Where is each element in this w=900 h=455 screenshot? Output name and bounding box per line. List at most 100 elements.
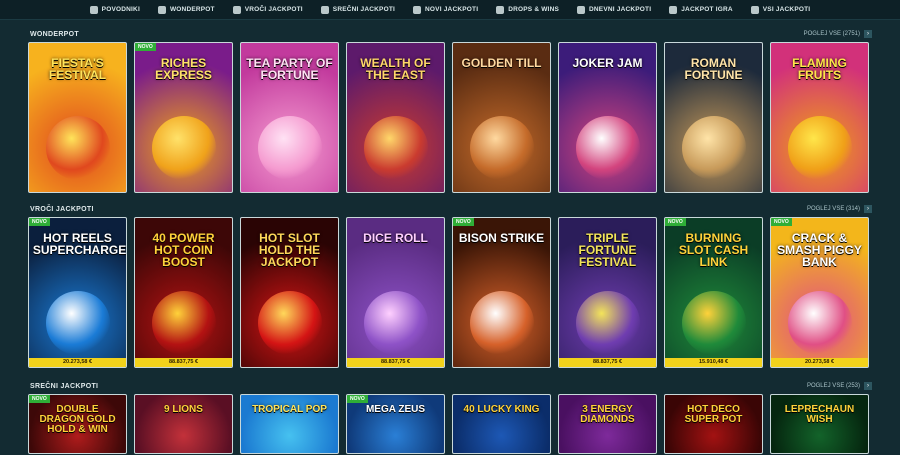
game-tile[interactable]: Crack & Smash Piggy Bank NOVO 20.273,58 € (770, 217, 869, 368)
nav-label: DROPS & WINS (508, 6, 559, 13)
game-tile[interactable]: Mega Zeus NOVO (346, 394, 445, 454)
nav-item-wonderpot[interactable]: WONDERPOT (157, 5, 215, 14)
game-tile[interactable]: Wealth of the East (346, 42, 445, 193)
game-tile[interactable]: Fiesta's Festival (28, 42, 127, 193)
game-title: Hot Slot Hold the Jackpot (258, 231, 321, 269)
jackpot-amount: 20.273,58 € (771, 358, 868, 367)
game-character-image (681, 116, 746, 180)
jackpot-amount: 15.910,48 € (665, 358, 762, 367)
game-title: 40 Power Hot Coin Boost (152, 231, 215, 269)
chevron-right-icon[interactable]: › (864, 382, 872, 390)
see-all-group: POGLEJ VSE (2751) › (804, 30, 872, 38)
see-all-link[interactable]: POGLEJ VSE (253) (807, 383, 860, 389)
game-tile[interactable]: Golden Till (452, 42, 551, 193)
game-artwork: 3 Energy Diamonds (559, 395, 656, 453)
chevron-right-icon[interactable]: › (864, 30, 872, 38)
game-tile[interactable]: Hot Deco Super Pot (664, 394, 763, 454)
nav-item-drops-wins[interactable]: DROPS & WINS (496, 5, 559, 14)
section-header: WONDERPOT POGLEJ VSE (2751) › (0, 26, 900, 42)
game-tile[interactable]: 9 Lions (134, 394, 233, 454)
game-artwork: Tea Party of Fortune (241, 43, 338, 192)
nav-item-dnevni-jackpoti[interactable]: DNEVNI JACKPOTI (577, 5, 652, 14)
game-artwork: Hot Reels Supercharged (29, 218, 126, 367)
section-title: VROČI JACKPOTI (30, 205, 94, 213)
game-title: 40 Lucky King (463, 404, 540, 415)
game-artwork: Triple Fortune Festival (559, 218, 656, 367)
game-tile[interactable]: Tea Party of Fortune (240, 42, 339, 193)
game-tile[interactable]: Bison Strike NOVO (452, 217, 551, 368)
calendar-icon (577, 5, 585, 14)
game-artwork: 40 Lucky King (453, 395, 550, 453)
drops-icon (496, 5, 505, 14)
game-character-image (787, 116, 852, 180)
game-tile[interactable]: 40 Lucky King (452, 394, 551, 454)
nav-item-novi-jackpoti[interactable]: NOVI JACKPOTI (413, 5, 478, 14)
see-all-link[interactable]: POGLEJ VSE (2751) (804, 31, 860, 37)
game-character-image (575, 116, 640, 180)
game-title: Hot Deco Super Pot (684, 404, 743, 425)
game-row: Fiesta's Festival Riches Express NOVO Tea P… (0, 42, 900, 193)
game-tile[interactable]: Leprechaun Wish (770, 394, 869, 454)
game-artwork: Joker Jam (559, 43, 656, 192)
game-title: Burning Slot Cash Link (678, 231, 749, 269)
game-character-image (469, 291, 534, 355)
game-tile[interactable]: Riches Express NOVO (134, 42, 233, 193)
game-artwork: Golden Till (453, 43, 550, 192)
game-title: Crack & Smash Piggy Bank (777, 231, 862, 269)
new-badge: NOVO (453, 218, 474, 226)
nav-label: JACKPOT IGRA (681, 6, 733, 13)
game-tile[interactable]: Hot Slot Hold the Jackpot (240, 217, 339, 368)
bell-icon (413, 5, 422, 14)
game-character-image (257, 116, 322, 180)
section-title: SREČNI JACKPOTI (30, 382, 99, 390)
book-icon (89, 5, 98, 14)
globe-icon (750, 5, 759, 14)
game-tile[interactable]: Burning Slot Cash Link NOVO 15.910,48 € (664, 217, 763, 368)
nav-item-povodniki[interactable]: POVODNIKI (89, 5, 140, 14)
nav-label: WONDERPOT (169, 6, 215, 13)
game-title: Roman Fortune (684, 56, 743, 82)
chevron-right-icon[interactable]: › (864, 205, 872, 213)
game-artwork: Hot Slot Hold the Jackpot (241, 218, 338, 367)
game-character-image (45, 291, 110, 355)
game-tile[interactable]: Tropical Pop (240, 394, 339, 454)
game-tile[interactable]: Double Dragon Gold Hold & Win NOVO (28, 394, 127, 454)
game-tile[interactable]: Hot Reels Supercharged NOVO 20.273,58 € (28, 217, 127, 368)
game-artwork: 40 Power Hot Coin Boost (135, 218, 232, 367)
wonderpot-icon (157, 5, 166, 14)
game-character-image (151, 116, 216, 180)
jackpot-amount: 20.273,58 € (29, 358, 126, 367)
game-title: Golden Till (461, 56, 542, 70)
game-tile[interactable]: 3 Energy Diamonds (558, 394, 657, 454)
game-character-image (469, 116, 534, 180)
game-tile[interactable]: 40 Power Hot Coin Boost 88.837,75 € (134, 217, 233, 368)
game-character-image (257, 291, 322, 355)
game-tile[interactable]: Dice Roll 88.837,75 € (346, 217, 445, 368)
nav-label: VSI JACKPOTI (762, 6, 811, 13)
nav-item-jackpot-igra[interactable]: JACKPOT IGRA (669, 5, 733, 14)
game-artwork: Double Dragon Gold Hold & Win (29, 395, 126, 453)
game-tile[interactable]: Roman Fortune (664, 42, 763, 193)
nav-item-vsi-jackpoti[interactable]: VSI JACKPOTI (750, 5, 811, 14)
game-tile[interactable]: Triple Fortune Festival 88.837,75 € (558, 217, 657, 368)
game-tile[interactable]: Flaming Fruits (770, 42, 869, 193)
new-badge: NOVO (665, 218, 686, 226)
nav-item-sre-ni-jackpoti[interactable]: SREČNI JACKPOTI (320, 5, 395, 14)
nav-label: DNEVNI JACKPOTI (589, 6, 652, 13)
game-title: Tropical Pop (252, 404, 327, 415)
game-tile[interactable]: Joker Jam (558, 42, 657, 193)
game-character-image (45, 116, 110, 180)
game-artwork: Mega Zeus (347, 395, 444, 453)
game-title: Dice Roll (363, 231, 428, 245)
game-title: 9 Lions (164, 404, 203, 415)
game-artwork: Fiesta's Festival (29, 43, 126, 192)
nav-item-vro-i-jackpoti[interactable]: VROČI JACKPOTI (232, 5, 303, 14)
game-artwork: Crack & Smash Piggy Bank (771, 218, 868, 367)
game-character-image (575, 291, 640, 355)
section-lucky-jackpots: SREČNI JACKPOTI POGLEJ VSE (253) › Double D… (0, 378, 900, 454)
game-title: Flaming Fruits (792, 56, 847, 82)
game-title: Riches Express (155, 56, 212, 82)
see-all-link[interactable]: POGLEJ VSE (314) (807, 206, 860, 212)
new-badge: NOVO (347, 395, 368, 403)
game-title: Fiesta's Festival (48, 56, 107, 82)
